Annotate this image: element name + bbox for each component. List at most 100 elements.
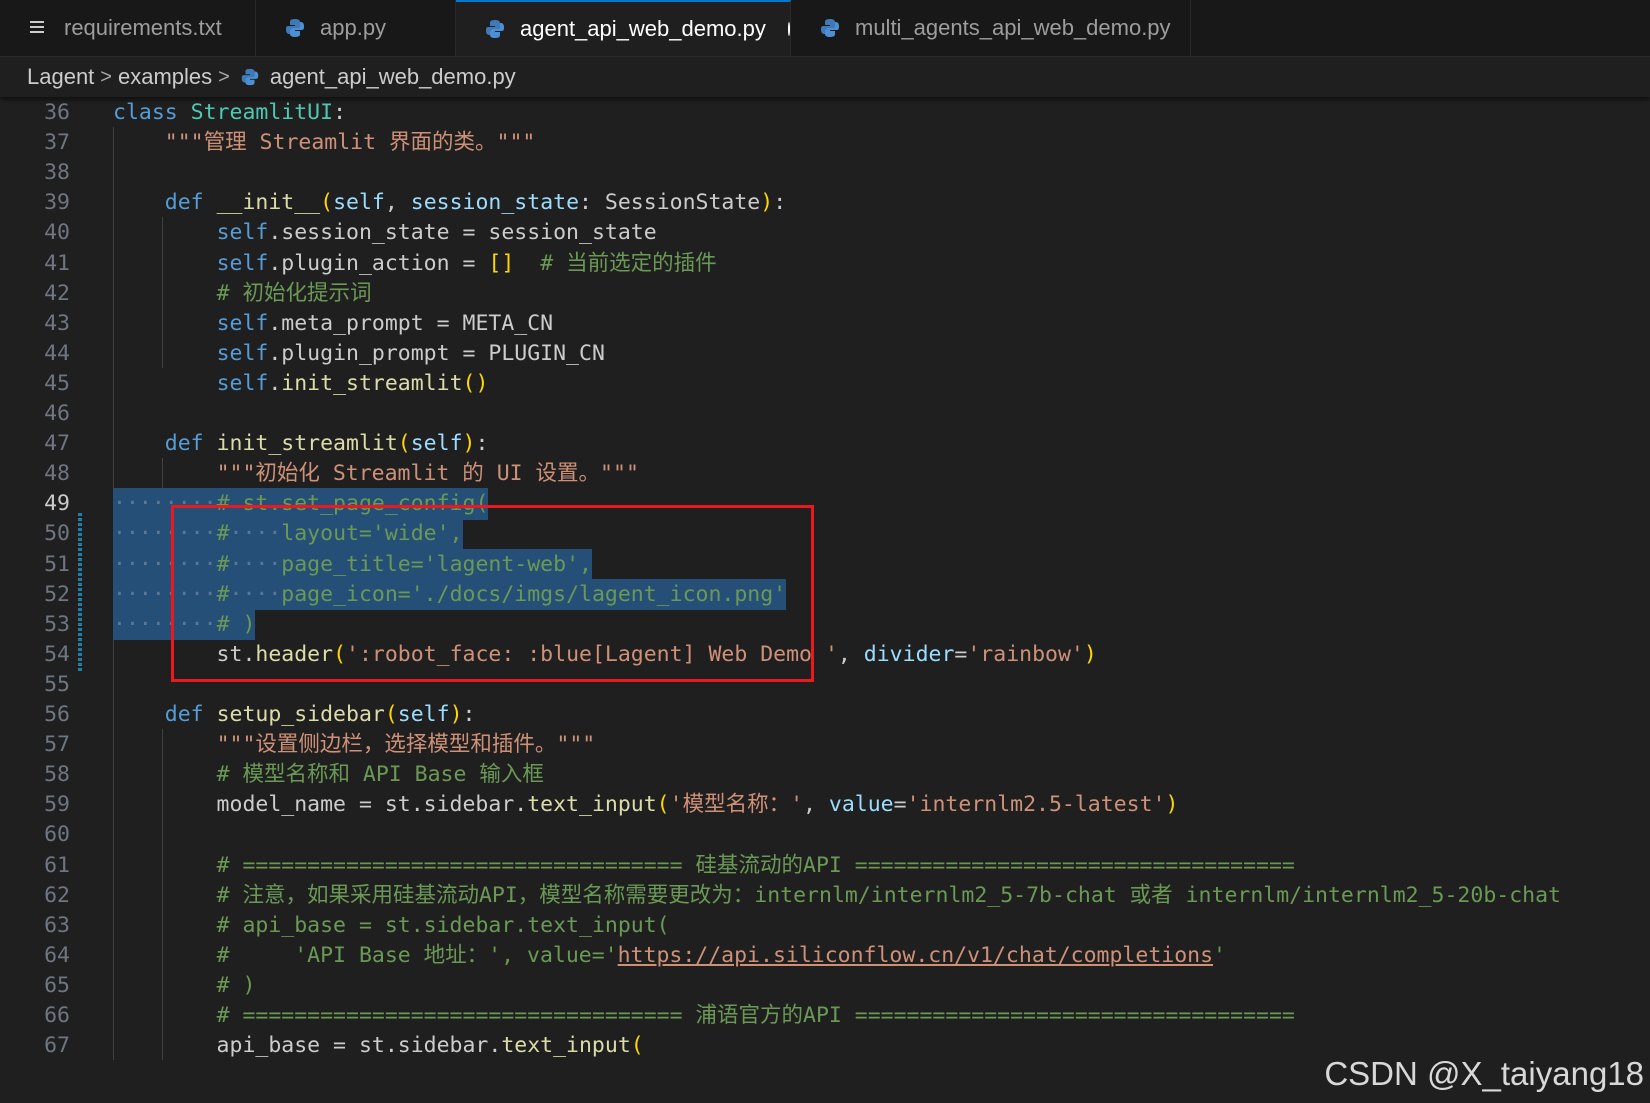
list-lines-icon <box>30 21 44 33</box>
line-number: 46 <box>44 401 70 426</box>
code-line[interactable]: 57 """设置侧边栏，选择模型和插件。""" <box>0 729 1650 761</box>
tab-agent-api-web-demo-py[interactable]: agent_api_web_demo.py <box>456 0 791 56</box>
code-token: self <box>216 310 269 336</box>
code-token: ( <box>397 431 411 457</box>
line-number: 56 <box>44 702 70 727</box>
python-icon <box>821 19 839 37</box>
line-number: 60 <box>44 822 70 848</box>
code-token: api_base = st.sidebar. <box>113 1033 502 1059</box>
code-text: """设置侧边栏，选择模型和插件。""" <box>113 729 596 761</box>
code-token: 'rainbow' <box>967 641 1084 667</box>
tab-multi-agents-api-web-demo-py[interactable]: multi_agents_api_web_demo.py <box>791 0 1191 56</box>
code-token: self <box>410 431 463 457</box>
code-token: ···· <box>113 521 165 547</box>
code-token: text_input <box>501 1033 631 1059</box>
code-token: : <box>333 100 347 125</box>
code-token: , <box>384 190 411 216</box>
code-token: ( <box>384 702 398 727</box>
code-token: self <box>216 370 269 396</box>
line-number: 59 <box>44 792 70 818</box>
code-line[interactable]: 44 self.plugin_prompt = PLUGIN_CN <box>0 338 1650 370</box>
code-line[interactable]: 61 # ================================== … <box>0 850 1650 882</box>
code-line[interactable]: 59 model_name = st.sidebar.text_input('模… <box>0 789 1650 821</box>
breadcrumb-item-lagent[interactable]: Lagent <box>27 64 94 90</box>
line-number: 44 <box>44 340 70 366</box>
code-line[interactable]: 42 # 初始化提示词 <box>0 278 1650 310</box>
code-text: # api_base = st.sidebar.text_input( <box>113 910 670 942</box>
code-token: .meta_prompt = META_CN <box>268 310 554 336</box>
code-token: ( <box>656 792 670 818</box>
code-token: # 当前选定的插件 <box>540 250 717 276</box>
code-line[interactable]: 45 self.init_streamlit() <box>0 368 1650 400</box>
code-line[interactable]: 48 """初始化 Streamlit 的 UI 设置。""" <box>0 458 1650 490</box>
line-number: 51 <box>44 551 70 577</box>
unsaved-dot-icon[interactable] <box>787 22 790 36</box>
code-token: .plugin_action = <box>268 250 489 276</box>
code-token: # ================================== 硅基流… <box>216 852 1295 878</box>
code-token: """管理 Streamlit 界面的类。""" <box>164 130 536 156</box>
code-token: . <box>268 370 282 396</box>
code-token: : <box>773 190 787 216</box>
code-token: # ================================== 浦语官… <box>216 1003 1295 1028</box>
code-line[interactable]: 65 # ) <box>0 970 1650 1002</box>
code-line[interactable]: 62 # 注意，如果采用硅基流动API，模型名称需要更改为：internlm/i… <box>0 880 1650 912</box>
code-token: ···· <box>113 491 165 517</box>
line-number: 65 <box>44 972 70 998</box>
code-token: ) <box>462 431 476 457</box>
code-line[interactable]: 47 def init_streamlit(self): <box>0 428 1650 460</box>
code-line[interactable]: 63 # api_base = st.sidebar.text_input( <box>0 910 1650 942</box>
line-number: 55 <box>44 671 70 697</box>
code-line[interactable]: 40 self.session_state = session_state <box>0 217 1650 249</box>
line-number: 54 <box>44 641 70 667</box>
line-number: 50 <box>44 521 70 547</box>
code-token: ) <box>1083 641 1097 667</box>
code-line[interactable]: 56 def setup_sidebar(self): <box>0 699 1650 731</box>
code-token: self <box>216 250 269 276</box>
code-token: 'internlm2.5-latest' <box>906 792 1166 818</box>
code-text: self.plugin_prompt = PLUGIN_CN <box>113 338 605 370</box>
code-token: https://api.siliconflow.cn/v1/chat/compl… <box>617 942 1214 968</box>
code-token: ) <box>1165 792 1179 818</box>
code-token: , <box>837 641 864 667</box>
code-token: SessionState <box>604 190 761 216</box>
code-line[interactable]: 66 # ================================== … <box>0 1000 1650 1032</box>
code-text: """初始化 Streamlit 的 UI 设置。""" <box>113 458 639 490</box>
code-line[interactable]: 41 self.plugin_action = [] # 当前选定的插件 <box>0 248 1650 280</box>
code-line[interactable]: 58 # 模型名称和 API Base 输入框 <box>0 759 1650 791</box>
breadcrumb-item-file[interactable]: agent_api_web_demo.py <box>270 64 516 90</box>
code-text: model_name = st.sidebar.text_input('模型名称… <box>113 789 1179 821</box>
line-number: 42 <box>44 280 70 306</box>
breadcrumb-item-examples[interactable]: examples <box>118 64 212 90</box>
code-token: ···· <box>113 581 165 607</box>
code-line[interactable]: 46 <box>0 398 1650 430</box>
python-icon <box>486 20 504 38</box>
line-number: 63 <box>44 912 70 938</box>
code-token: self <box>216 340 269 366</box>
code-token: : <box>462 702 476 727</box>
tab-label: app.py <box>320 15 387 40</box>
chevron-right-icon: > <box>218 65 230 88</box>
code-line[interactable]: 38 <box>0 157 1650 189</box>
code-line[interactable]: 43 self.meta_prompt = META_CN <box>0 308 1650 340</box>
code-token: """初始化 Streamlit 的 UI 设置。""" <box>216 461 639 487</box>
code-line[interactable]: 37 """管理 Streamlit 界面的类。""" <box>0 127 1650 159</box>
code-token: # api_base = st.sidebar.text_input( <box>216 912 670 938</box>
code-line[interactable]: 60 <box>0 819 1650 851</box>
line-number: 67 <box>44 1033 70 1059</box>
tab-requirements-txt[interactable]: requirements.txt <box>0 0 256 56</box>
code-line[interactable]: 39 def __init__(self, session_state: Ses… <box>0 187 1650 219</box>
code-token: value <box>828 792 894 818</box>
tab-app-py[interactable]: app.py <box>256 0 456 56</box>
code-line[interactable]: 36 class StreamlitUI: <box>0 97 1650 129</box>
code-token: class <box>113 100 191 125</box>
code-line[interactable]: 64 # 'API Base 地址：', value='https://api.… <box>0 940 1650 972</box>
